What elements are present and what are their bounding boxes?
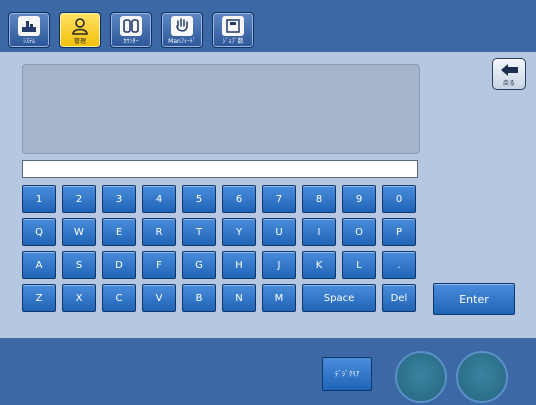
back-button[interactable]: 戻る: [492, 58, 526, 90]
key-y[interactable]: Y: [222, 218, 256, 246]
counter-icon: [120, 16, 142, 36]
key-c[interactable]: C: [102, 284, 136, 312]
key-period[interactable]: .: [382, 251, 416, 279]
key-space[interactable]: Space: [302, 284, 376, 312]
key-k[interactable]: K: [302, 251, 336, 279]
key-7[interactable]: 7: [262, 185, 296, 213]
tab-label: ｼｽﾃﾑ: [22, 38, 35, 45]
key-x[interactable]: X: [62, 284, 96, 312]
key-9[interactable]: 9: [342, 185, 376, 213]
hand-icon: [171, 16, 193, 36]
key-3[interactable]: 3: [102, 185, 136, 213]
key-1[interactable]: 1: [22, 185, 56, 213]
key-h[interactable]: H: [222, 251, 256, 279]
key-6[interactable]: 6: [222, 185, 256, 213]
key-n[interactable]: N: [222, 284, 256, 312]
key-8[interactable]: 8: [302, 185, 336, 213]
key-s[interactable]: S: [62, 251, 96, 279]
round-button-left[interactable]: [395, 351, 447, 403]
key-p[interactable]: P: [382, 218, 416, 246]
tab-manual-feed[interactable]: Manﾌｨｰﾄﾞ: [161, 12, 203, 48]
enter-button[interactable]: Enter: [433, 283, 515, 315]
key-o[interactable]: O: [342, 218, 376, 246]
key-d[interactable]: D: [102, 251, 136, 279]
key-z[interactable]: Z: [22, 284, 56, 312]
round-button-right[interactable]: [456, 351, 508, 403]
tab-label: ｼﾞｮﾌﾞ数: [222, 38, 244, 45]
key-i[interactable]: I: [302, 218, 336, 246]
key-j[interactable]: J: [262, 251, 296, 279]
key-5[interactable]: 5: [182, 185, 216, 213]
key-r[interactable]: R: [142, 218, 176, 246]
key-g[interactable]: G: [182, 251, 216, 279]
key-0[interactable]: 0: [382, 185, 416, 213]
tab-counter[interactable]: ｶｳﾝﾀｰ: [110, 12, 152, 48]
key-del[interactable]: Del: [382, 284, 416, 312]
key-v[interactable]: V: [142, 284, 176, 312]
key-u[interactable]: U: [262, 218, 296, 246]
key-t[interactable]: T: [182, 218, 216, 246]
key-b[interactable]: B: [182, 284, 216, 312]
job-icon: [222, 16, 244, 36]
digital-clear-button[interactable]: ﾃﾞｼﾞｸﾘｱ: [322, 357, 372, 391]
key-2[interactable]: 2: [62, 185, 96, 213]
tools-icon: [18, 16, 40, 36]
message-display: [22, 64, 420, 154]
back-label: 戻る: [502, 80, 515, 87]
key-w[interactable]: W: [62, 218, 96, 246]
tab-label: 管理: [73, 38, 86, 45]
tab-job-count[interactable]: ｼﾞｮﾌﾞ数: [212, 12, 254, 48]
key-f[interactable]: F: [142, 251, 176, 279]
tab-label: ｶｳﾝﾀｰ: [123, 38, 139, 45]
key-4[interactable]: 4: [142, 185, 176, 213]
user-icon: [69, 16, 91, 36]
tab-label: Manﾌｨｰﾄﾞ: [168, 38, 196, 45]
key-l[interactable]: L: [342, 251, 376, 279]
top-toolbar: ｼｽﾃﾑ 管理 ｶｳﾝﾀｰ Manﾌｨｰﾄﾞ ｼﾞｮﾌﾞ数: [0, 0, 536, 52]
tab-admin[interactable]: 管理: [59, 12, 101, 48]
text-entry-field[interactable]: [22, 160, 418, 178]
tab-system[interactable]: ｼｽﾃﾑ: [8, 12, 50, 48]
key-q[interactable]: Q: [22, 218, 56, 246]
key-a[interactable]: A: [22, 251, 56, 279]
key-e[interactable]: E: [102, 218, 136, 246]
key-m[interactable]: M: [262, 284, 296, 312]
